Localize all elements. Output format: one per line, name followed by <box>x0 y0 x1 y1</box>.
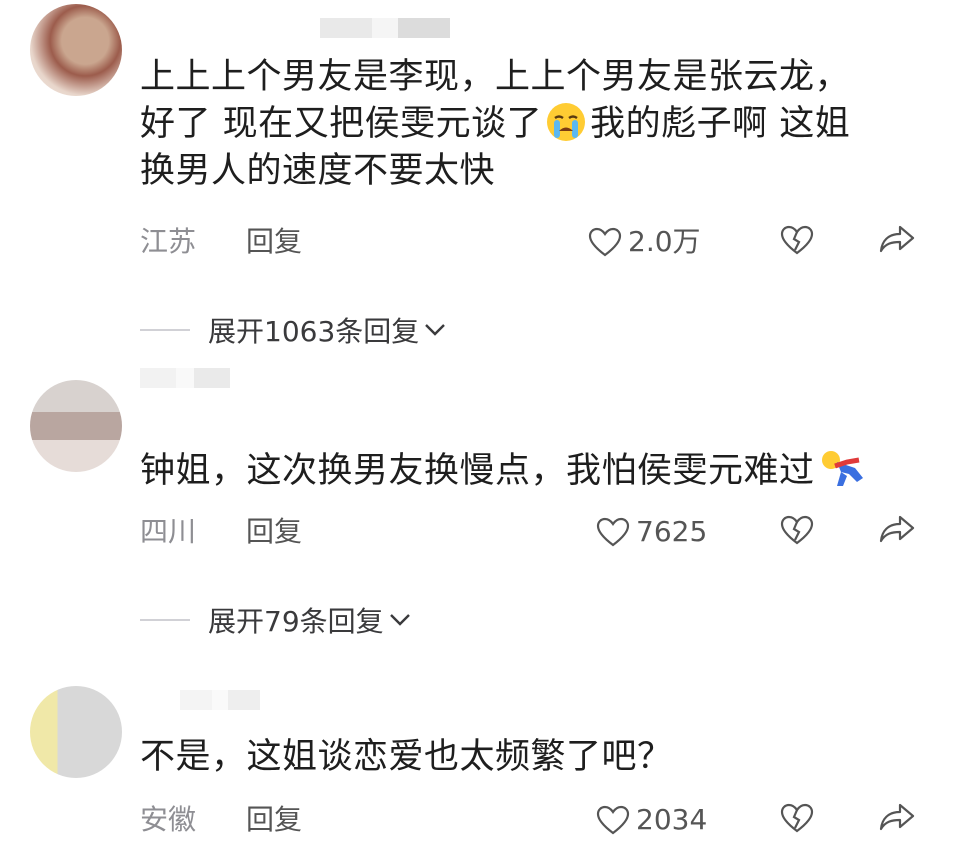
comment-text-span: 钟姐，这次换男友换慢点，我怕侯雯元难过 <box>140 451 815 491</box>
comment-meta: 四川 回复 7625 <box>140 512 930 552</box>
like-button[interactable]: 2034 <box>596 800 707 840</box>
reply-button[interactable]: 回复 <box>246 222 302 262</box>
expand-replies-button[interactable]: 展开1063条回复 <box>140 308 447 352</box>
dislike-button[interactable] <box>780 802 814 845</box>
expand-replies-label: 展开79条回复 <box>208 605 384 638</box>
share-button[interactable] <box>878 802 916 843</box>
location-label: 安徽 <box>140 803 197 836</box>
avatar[interactable] <box>30 4 122 96</box>
comment-text: 不是，这姐谈恋爱也太频繁了吧？ <box>140 734 930 781</box>
comment-meta: 安徽 回复 2034 <box>140 800 930 840</box>
broken-heart-icon <box>780 225 814 255</box>
dislike-button[interactable] <box>780 514 814 557</box>
comment-text: 上上上个男友是李现，上上个男友是张云龙， 好了 现在又把侯雯元谈了 我的彪子啊 … <box>140 54 930 195</box>
divider <box>140 619 190 621</box>
expand-replies-button[interactable]: 展开79条回复 <box>140 598 412 642</box>
comment-text-line: 换男人的速度不要太快 <box>140 151 496 191</box>
comment-text-span: 我的彪子啊 这姐 <box>590 104 851 144</box>
comment-meta: 江苏 回复 2.0万 <box>140 222 930 262</box>
location-label: 四川 <box>140 515 197 548</box>
avatar[interactable] <box>30 686 122 778</box>
heart-icon <box>596 517 630 547</box>
chevron-down-icon <box>425 324 446 336</box>
username[interactable] <box>180 690 260 710</box>
username[interactable] <box>140 368 230 388</box>
comment-text-span: 好了 现在又把侯雯元谈了 <box>140 104 543 144</box>
like-count: 7625 <box>636 515 708 548</box>
share-arrow-icon <box>879 803 915 831</box>
crying-emoji-icon <box>545 101 587 143</box>
comment-text-span: 不是，这姐谈恋爱也太频繁了吧？ <box>140 737 673 777</box>
avatar[interactable] <box>30 380 122 472</box>
comment-text-line: 好了 现在又把侯雯元谈了 我的彪子啊 这姐 <box>140 101 930 148</box>
comment-text: 钟姐，这次换男友换慢点，我怕侯雯元难过 <box>140 448 930 503</box>
like-count: 2.0万 <box>628 225 701 258</box>
share-arrow-icon <box>879 515 915 543</box>
reply-button[interactable]: 回复 <box>246 800 302 840</box>
like-button[interactable]: 7625 <box>596 512 707 552</box>
like-count: 2034 <box>636 803 708 836</box>
share-button[interactable] <box>878 514 916 555</box>
broken-heart-icon <box>780 515 814 545</box>
username[interactable] <box>320 18 450 38</box>
expand-replies-label: 展开1063条回复 <box>208 315 420 348</box>
share-button[interactable] <box>878 224 916 265</box>
share-arrow-icon <box>879 225 915 253</box>
dislike-button[interactable] <box>780 224 814 267</box>
divider <box>140 329 190 331</box>
like-button[interactable]: 2.0万 <box>588 222 701 262</box>
chevron-down-icon <box>389 614 410 626</box>
heart-icon <box>588 227 622 257</box>
reply-button[interactable]: 回复 <box>246 512 302 552</box>
location-label: 江苏 <box>140 225 197 258</box>
falling-person-emoji-icon <box>819 448 867 503</box>
heart-icon <box>596 805 630 835</box>
broken-heart-icon <box>780 803 814 833</box>
comment-text-line: 上上上个男友是李现，上上个男友是张云龙， <box>140 57 851 97</box>
